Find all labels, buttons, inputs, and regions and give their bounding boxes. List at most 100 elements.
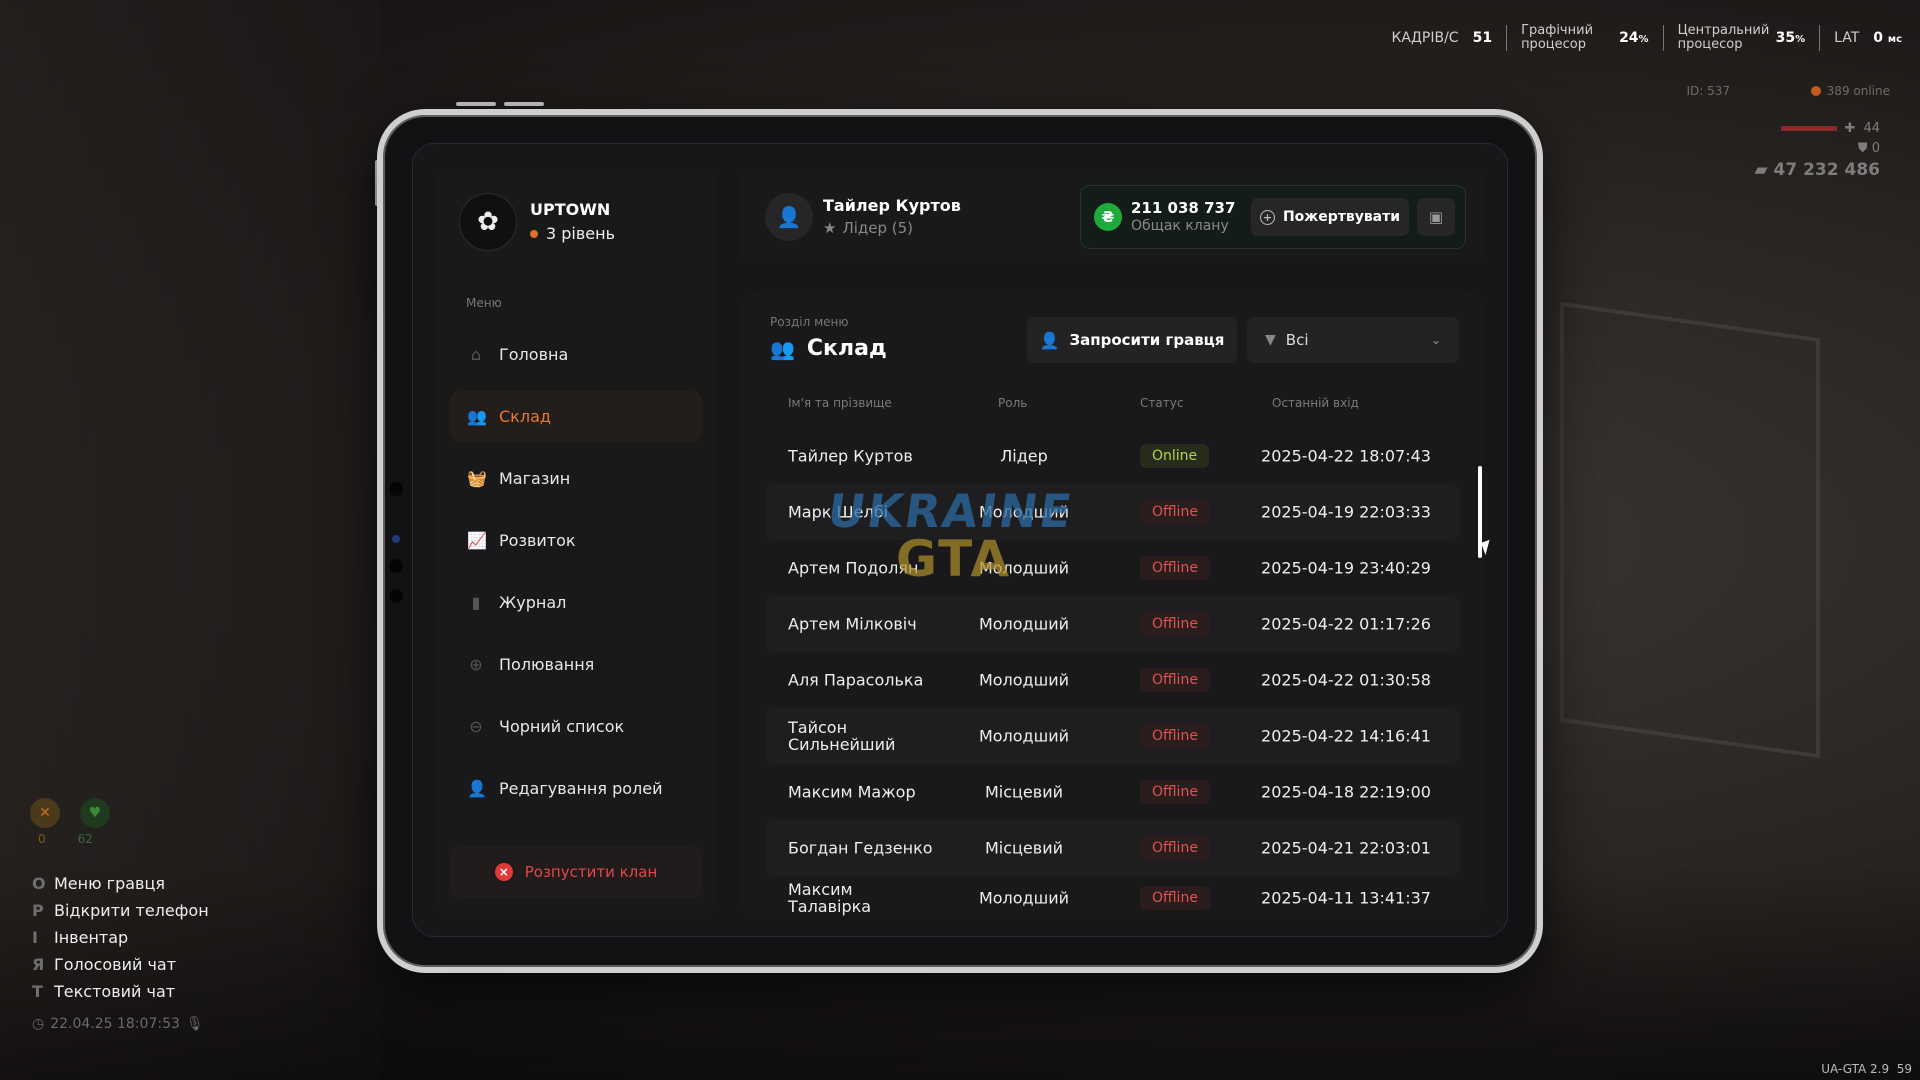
version: UA-GTA 2.9 59	[1821, 1062, 1912, 1076]
book-icon: ▮	[471, 593, 481, 612]
member-last-login: 2025-04-22 01:17:26	[1261, 614, 1431, 634]
table-row[interactable]: Богдан Гедзенко Місцевий Offline 2025-04…	[766, 820, 1460, 876]
member-last-login: 2025-04-18 22:19:00	[1261, 782, 1431, 802]
dissolve-clan-button[interactable]: × Розпустити клан	[450, 846, 702, 898]
background-frame	[1560, 301, 1820, 759]
user-role: ★ Лідер (5)	[823, 219, 914, 237]
member-name: Артем Подолян	[788, 558, 919, 578]
user-icon: 👤	[776, 205, 802, 229]
table-row[interactable]: Артем Мілковіч Молодший Offline 2025-04-…	[766, 596, 1460, 652]
member-last-login: 2025-04-22 18:07:43	[1261, 446, 1431, 466]
status-badge: Online	[1140, 444, 1210, 468]
sidebar-item-shop[interactable]: 🧺 Магазин	[450, 453, 702, 504]
status-badge: Offline	[1140, 556, 1210, 580]
table-header: Ім'я та прізвище Роль Статус Останній вх…	[766, 396, 1460, 414]
member-role: Молодший	[978, 614, 1070, 634]
hryvnia-icon: ₴	[1094, 203, 1122, 231]
member-name: Аля Парасолька	[788, 670, 924, 690]
member-role: Молодший	[978, 726, 1070, 746]
hud-separator	[1506, 25, 1508, 51]
sidebar-item-roles[interactable]: 👤 Редагування ролей	[450, 763, 702, 814]
users-icon: 👥	[467, 407, 487, 426]
needs-values: 0 62	[38, 832, 93, 846]
column-last-login: Останній вхід	[1272, 396, 1359, 410]
sidebar-menu: ⌂ Головна 👥 Склад 🧺 Магазин 📈 Розвиток ▮ Журн…	[450, 329, 702, 825]
donate-button[interactable]: + Пожертвувати	[1251, 198, 1409, 236]
lat-label: LAT	[1834, 30, 1860, 46]
sidebar-item-journal[interactable]: ▮ Журнал	[450, 577, 702, 628]
status-filter-select[interactable]: ▼ Всі ⌄	[1247, 317, 1459, 363]
member-role: Молодший	[978, 670, 1070, 690]
invite-player-button[interactable]: 👤 Запросити гравця	[1027, 317, 1237, 363]
member-role: Молодший	[978, 502, 1070, 522]
clan-name: UPTOWN	[530, 200, 611, 219]
member-role: Місцевий	[984, 782, 1063, 802]
user-plus-icon: 👤	[1039, 330, 1060, 350]
column-name: Ім'я та прізвище	[788, 396, 892, 410]
camera-icon	[389, 589, 403, 603]
hud-separator	[1819, 25, 1821, 51]
member-last-login: 2025-04-11 13:41:37	[1261, 888, 1431, 908]
keybind-row: Я Голосовий чат	[32, 955, 177, 974]
status-badge: Offline	[1140, 500, 1210, 524]
plus-circle-icon: +	[1259, 209, 1275, 225]
member-name: Марк Шелбі	[788, 502, 889, 522]
status-badge: Offline	[1140, 724, 1210, 748]
shield-icon: ⛊	[1857, 141, 1868, 156]
bank-label: Общак клану	[1131, 218, 1229, 234]
storage-button[interactable]: ▣	[1417, 198, 1455, 236]
health-bar	[1780, 126, 1837, 131]
sidebar-item-home[interactable]: ⌂ Головна	[450, 329, 702, 380]
members-table: Тайлер Куртов Лідер Online 2025-04-22 18…	[766, 428, 1460, 920]
table-row[interactable]: Максим Талавірка Молодший Offline 2025-0…	[766, 876, 1460, 920]
status-badge: Offline	[1140, 886, 1210, 910]
close-circle-icon: ×	[494, 863, 513, 881]
column-role: Роль	[998, 396, 1028, 410]
status-badge: Offline	[1140, 836, 1210, 860]
user-name: Тайлер Куртов	[823, 196, 961, 215]
basket-icon: 🧺	[467, 469, 487, 488]
hud-separator	[1662, 25, 1664, 51]
avatar: 👤	[765, 193, 813, 241]
member-last-login: 2025-04-21 22:03:01	[1261, 838, 1431, 858]
datetime: ◷ 22.04.25 18:07:53 🎙	[32, 1016, 204, 1032]
table-row[interactable]: Максим Мажор Місцевий Offline 2025-04-18…	[766, 764, 1460, 820]
player-id: ID: 537	[1686, 84, 1730, 98]
sidebar-item-blacklist[interactable]: ⊖ Чорний список	[450, 701, 702, 752]
sidebar-item-development[interactable]: 📈 Розвиток	[450, 515, 702, 566]
keybind-row: P Відкрити телефон	[32, 901, 209, 920]
camera-icon	[389, 482, 403, 496]
sidebar-item-hunting[interactable]: ⊕ Полювання	[450, 639, 702, 690]
health-cross-icon: ✚	[1844, 121, 1856, 136]
member-role: Місцевий	[984, 838, 1063, 858]
table-row[interactable]: Марк Шелбі Молодший Offline 2025-04-19 2…	[766, 484, 1460, 540]
cpu-label: Центральний процесор	[1677, 23, 1770, 52]
online-count: 389 online	[1810, 84, 1890, 98]
lat-value: 0 мс	[1873, 30, 1902, 46]
health-indicator: ✚ 44	[1780, 121, 1880, 136]
water-value: 62	[77, 832, 93, 846]
level-dot-icon	[530, 229, 538, 238]
keybind-row: I Інвентар	[32, 928, 129, 947]
camera-icon	[389, 559, 403, 573]
table-row[interactable]: Аля Парасолька Молодший Offline 2025-04-…	[766, 652, 1460, 708]
status-badge: Offline	[1140, 612, 1210, 636]
money-indicator: ▰ 47 232 486	[1754, 160, 1880, 180]
crosshair-icon: ⊕	[469, 655, 483, 674]
table-row[interactable]: Тайсон Сильнейший Молодший Offline 2025-…	[766, 708, 1460, 764]
fps-value: 51	[1472, 30, 1493, 46]
user-edit-icon: 👤	[467, 779, 487, 798]
gpu-label: Графічний процесор	[1521, 23, 1594, 52]
needs-icons: ✕ ♥	[30, 798, 110, 828]
clan-level: 3 рівень	[530, 224, 615, 243]
microphone-icon: 🎙	[185, 1016, 204, 1032]
member-name: Богдан Гедзенко	[788, 838, 933, 858]
table-row[interactable]: Артем Подолян Молодший Offline 2025-04-1…	[766, 540, 1460, 596]
member-name: Тайлер Куртов	[788, 446, 913, 466]
cpu-value: 35%	[1775, 30, 1806, 46]
table-row[interactable]: Тайлер Куртов Лідер Online 2025-04-22 18…	[766, 428, 1460, 484]
sidebar-item-roster[interactable]: 👥 Склад	[450, 391, 702, 442]
tablet-button	[504, 102, 544, 106]
home-icon: ⌂	[470, 345, 482, 364]
online-dot-icon	[1810, 86, 1821, 96]
